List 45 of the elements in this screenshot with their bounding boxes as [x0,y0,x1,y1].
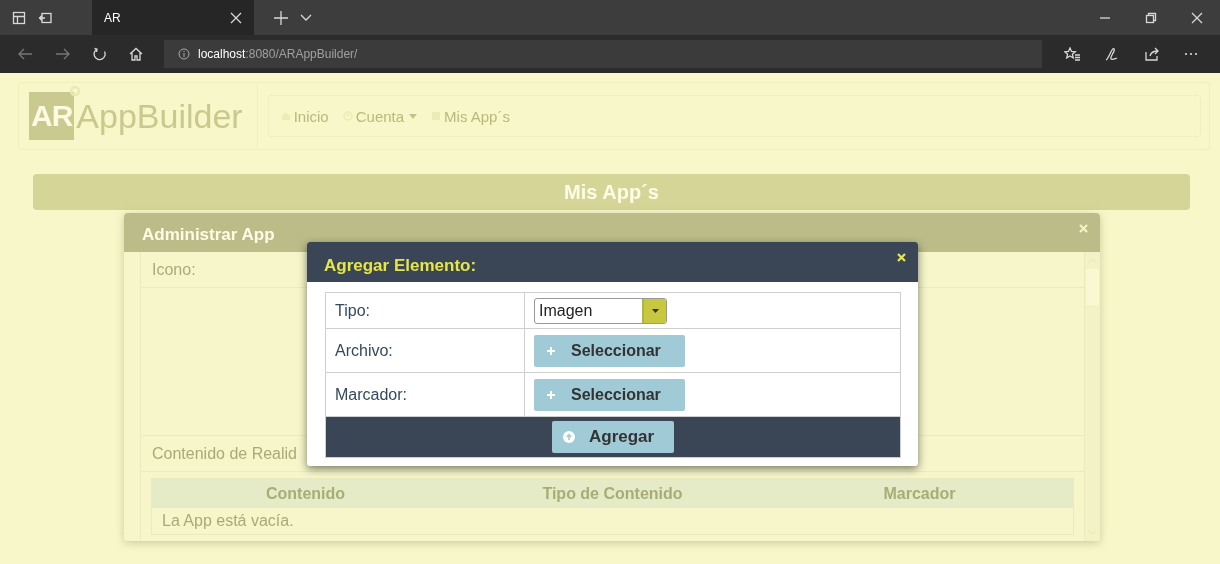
browser-tab[interactable]: AR [92,0,254,35]
type-dropdown[interactable]: Imagen [534,297,667,324]
select-file-button[interactable]: Seleccionar [534,334,685,367]
gear-icon [68,84,83,98]
info-icon [178,48,190,60]
scrollbar[interactable] [1085,252,1100,541]
more-icon[interactable] [1184,52,1198,56]
logo-text: AppBuilder [76,96,243,136]
favorites-icon[interactable] [1064,47,1080,61]
upload-circle-icon [563,431,575,443]
select-file-button[interactable]: Seleccionar [534,378,685,411]
scrollbar-thumb[interactable] [1086,269,1099,305]
dialog-title: Administrar App [142,224,275,245]
column-header: Tipo de Contenido [541,484,684,503]
tab-aside-icon[interactable] [38,10,52,25]
tab-title: AR [104,10,121,25]
caret-icon [651,308,659,313]
plus-icon [547,390,555,399]
back-arrow-icon[interactable] [17,47,33,61]
chevron-down-icon[interactable] [300,13,312,22]
field-label: Tipo: [335,301,370,320]
pen-icon[interactable] [1104,47,1120,61]
tabs-icon[interactable] [12,10,26,25]
new-tab-icon[interactable] [274,10,288,25]
column-header: Marcador [882,484,957,503]
restore-icon[interactable] [1145,11,1157,24]
column-header: Contenido [264,484,347,503]
field-label: Marcador: [335,385,408,404]
address-field[interactable]: localhost:8080/ARAppBuilder/ [164,40,1042,68]
field-label: Archivo: [335,341,393,360]
home-icon[interactable] [129,47,143,61]
refresh-icon[interactable] [93,47,107,61]
field-label: Icono: [152,260,196,279]
page-title: Mis App´s [33,174,1190,210]
dialog-title: Agregar Elemento: [324,256,477,277]
plus-icon [547,346,555,355]
add-button[interactable]: Agregar [552,421,674,453]
forward-arrow-icon[interactable] [55,47,71,61]
empty-message: La App está vacía. [162,512,294,530]
url-text: localhost:8080/ARAppBuilder/ [198,47,358,61]
close-icon[interactable] [230,11,242,24]
close-icon[interactable] [897,253,906,262]
close-icon[interactable] [1191,11,1203,24]
section-label: Contenido de Realid [152,444,297,463]
share-icon[interactable] [1144,47,1160,61]
